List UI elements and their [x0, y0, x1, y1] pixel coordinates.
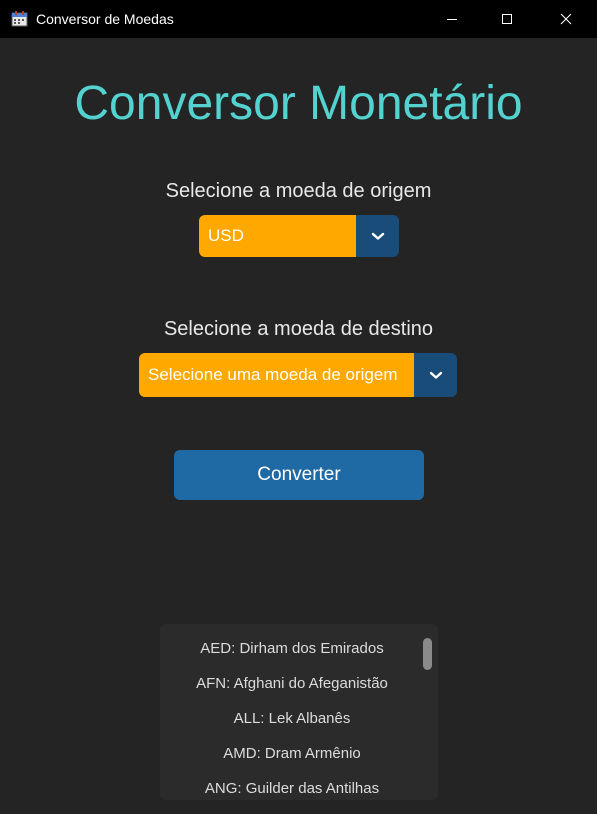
- minimize-button[interactable]: [429, 0, 475, 38]
- list-item[interactable]: ANG: Guilder das Antilhas: [160, 777, 424, 800]
- origin-dropdown-button[interactable]: [356, 215, 399, 257]
- list-item[interactable]: AFN: Afghani do Afeganistão: [160, 672, 424, 707]
- close-icon: [560, 13, 572, 25]
- list-item[interactable]: AED: Dirham dos Emirados: [160, 637, 424, 672]
- calendar-app-icon: [11, 10, 28, 27]
- list-item[interactable]: AMD: Dram Armênio: [160, 742, 424, 777]
- destination-currency-value[interactable]: Selecione uma moeda de origem: [139, 353, 414, 397]
- origin-currency-dropdown[interactable]: USD: [199, 215, 399, 257]
- minimize-icon: [447, 19, 457, 20]
- destination-currency-label: Selecione a moeda de destino: [163, 318, 434, 340]
- chevron-down-icon: [371, 232, 384, 240]
- window-title: Conversor de Moedas: [36, 11, 174, 27]
- app-window: Conversor de Moedas Conversor Monetário …: [0, 0, 597, 814]
- destination-currency-dropdown[interactable]: Selecione uma moeda de origem: [139, 353, 457, 397]
- maximize-button[interactable]: [484, 0, 530, 38]
- title-bar[interactable]: Conversor de Moedas: [0, 0, 597, 38]
- currency-list[interactable]: AED: Dirham dos Emirados AFN: Afghani do…: [160, 624, 438, 800]
- scrollbar-thumb[interactable]: [423, 638, 432, 670]
- convert-button[interactable]: Converter: [174, 450, 424, 500]
- origin-currency-value[interactable]: USD: [199, 215, 356, 257]
- destination-dropdown-button[interactable]: [414, 353, 457, 397]
- list-item[interactable]: ALL: Lek Albanês: [160, 707, 424, 742]
- chevron-down-icon: [429, 371, 442, 379]
- page-title: Conversor Monetário: [74, 77, 523, 130]
- maximize-icon: [502, 14, 512, 24]
- origin-currency-label: Selecione a moeda de origem: [165, 180, 432, 202]
- currency-list-items: AED: Dirham dos Emirados AFN: Afghani do…: [160, 637, 424, 800]
- close-button[interactable]: [543, 0, 589, 38]
